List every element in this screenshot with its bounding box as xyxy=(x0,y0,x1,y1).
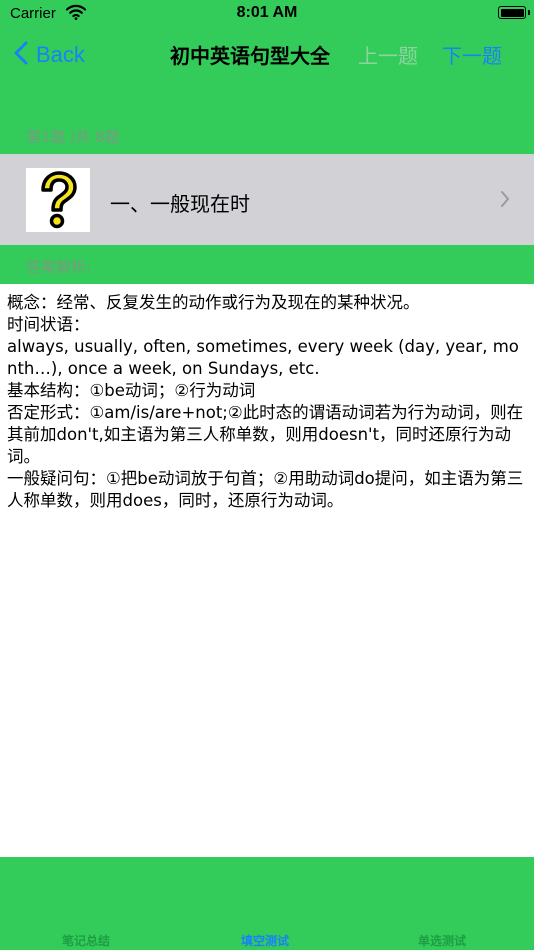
question-cell[interactable]: 一、一般现在时 xyxy=(0,154,534,245)
battery-icon xyxy=(498,6,526,19)
tab-choice-test[interactable]: 单选测试 xyxy=(418,932,466,949)
answer-label: 答案解析: xyxy=(26,258,92,276)
status-bar: Carrier 8:01 AM xyxy=(0,0,534,28)
back-button[interactable]: Back xyxy=(14,38,85,72)
back-label: Back xyxy=(36,42,85,67)
tab-bar: 笔记总结 填空测试 单选测试 xyxy=(0,857,534,950)
chevron-right-icon xyxy=(500,190,510,212)
answer-header: 答案解析: xyxy=(0,245,534,284)
next-question-button[interactable]: 下一题 xyxy=(442,40,502,69)
tab-fill-test[interactable]: 填空测试 xyxy=(241,932,289,949)
battery-tip xyxy=(528,10,530,15)
tab-notes-summary[interactable]: 笔记总结 xyxy=(62,932,110,949)
navigation-bar: Back 初中英语句型大全 上一题 下一题 xyxy=(0,28,534,118)
status-time: 8:01 AM xyxy=(236,4,298,21)
chevron-left-icon xyxy=(14,41,28,69)
progress-text: 第1题 /共 8题 xyxy=(26,128,120,146)
question-mark-icon xyxy=(26,168,90,232)
previous-question-button[interactable]: 上一题 xyxy=(358,40,418,69)
question-progress: 第1题 /共 8题 xyxy=(0,118,534,154)
question-title: 一、一般现在时 xyxy=(110,192,250,216)
page-title: 初中英语句型大全 xyxy=(170,44,330,68)
answer-explanation: 概念：经常、反复发生的动作或行为及现在的某种状况。 时间状语： always, … xyxy=(7,293,524,510)
